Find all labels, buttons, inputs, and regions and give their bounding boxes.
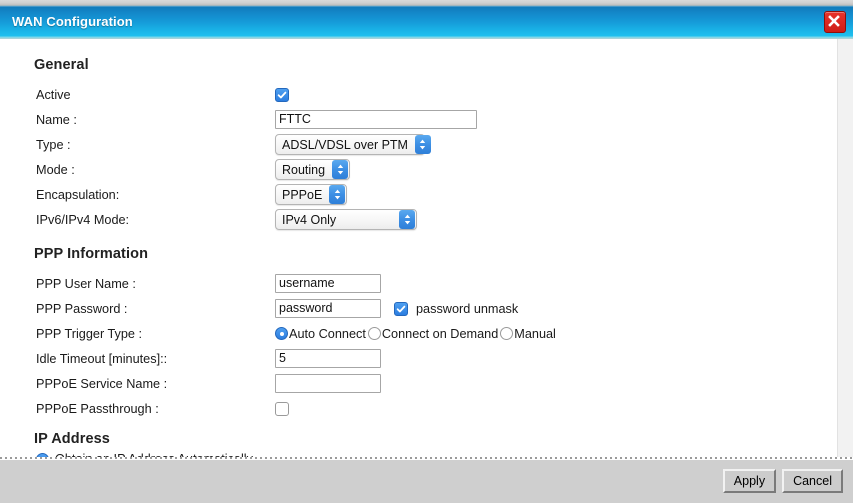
label-ip-mode: IPv6/IPv4 Mode: bbox=[36, 212, 130, 227]
radio-manual[interactable]: Manual bbox=[500, 327, 558, 341]
radio-connect-on-demand[interactable]: Connect on Demand bbox=[367, 326, 500, 341]
chevron-updown-icon bbox=[329, 185, 346, 205]
encapsulation-select-value: PPPoE bbox=[282, 187, 323, 202]
pppoe-passthrough-checkbox[interactable] bbox=[275, 401, 289, 416]
row-name: Name : bbox=[0, 107, 837, 132]
radio-obtain-ip-automatically-dot[interactable] bbox=[36, 452, 49, 458]
row-active: Active bbox=[0, 82, 837, 107]
ip-mode-select[interactable]: IPv4 Only bbox=[275, 209, 417, 231]
row-idle-timeout: Idle Timeout [minutes]:: bbox=[0, 346, 837, 371]
dialog-content: General Active Name : Type : bbox=[0, 39, 837, 458]
label-active: Active bbox=[36, 87, 71, 102]
ppp-username-input[interactable] bbox=[275, 274, 381, 294]
ppp-trigger-radio-group: Auto Connect Connect on Demand Manual bbox=[275, 327, 558, 341]
dialog-footer: Apply Cancel bbox=[0, 458, 853, 503]
radio-manual-label: Manual bbox=[514, 326, 556, 341]
apply-button[interactable]: Apply bbox=[722, 469, 777, 494]
pppoe-service-name-input[interactable] bbox=[275, 374, 381, 394]
label-pppoe-passthrough: PPPoE Passthrough : bbox=[36, 401, 159, 416]
section-heading-ip-address: IP Address bbox=[34, 431, 110, 448]
radio-manual-dot[interactable] bbox=[500, 327, 514, 341]
chevron-updown-icon bbox=[414, 135, 431, 155]
wan-configuration-dialog: WAN Configuration General Active Name: … bbox=[0, 0, 853, 503]
row-ppp-trigger-type: PPP Trigger Type : Auto Connect Connect … bbox=[0, 321, 837, 346]
dialog-content-wrapper: General Active Name : Type : bbox=[0, 39, 853, 458]
mode-select-value: Routing bbox=[282, 162, 326, 177]
label-idle-timeout: Idle Timeout [minutes]:: bbox=[36, 351, 168, 366]
active-checkbox[interactable] bbox=[275, 87, 289, 102]
radio-connect-on-demand-label: Connect on Demand bbox=[381, 326, 499, 341]
window-titlebar: WAN Configuration bbox=[0, 5, 853, 37]
close-icon[interactable] bbox=[824, 10, 846, 33]
cancel-button[interactable]: Cancel bbox=[782, 469, 843, 494]
section-heading-ppp: PPP Information bbox=[34, 246, 149, 263]
page-title: WAN Configuration bbox=[12, 13, 133, 29]
label-ppp-password: PPP Password : bbox=[36, 301, 128, 316]
row-ip-mode: IPv6/IPv4 Mode: IPv4 Only bbox=[0, 207, 837, 232]
row-ppp-username: PPP User Name : bbox=[0, 271, 837, 296]
label-name: Name : bbox=[36, 112, 77, 127]
label-ppp-trigger-type: PPP Trigger Type : bbox=[36, 326, 143, 341]
password-unmask-checkbox[interactable] bbox=[394, 301, 408, 316]
row-pppoe-service-name: PPPoE Service Name : bbox=[0, 371, 837, 396]
type-select-value: ADSL/VDSL over PTM bbox=[282, 137, 408, 152]
row-pppoe-passthrough: PPPoE Passthrough : bbox=[0, 396, 837, 421]
name-input[interactable] bbox=[275, 110, 477, 130]
label-mode: Mode : bbox=[36, 162, 75, 177]
label-ppp-username: PPP User Name : bbox=[36, 276, 136, 291]
row-type: Type : ADSL/VDSL over PTM bbox=[0, 132, 837, 157]
label-pppoe-service-name: PPPoE Service Name : bbox=[36, 376, 168, 391]
radio-obtain-ip-automatically[interactable]: Obtain an IP Address Automatically bbox=[0, 451, 837, 458]
mode-select[interactable]: Routing bbox=[275, 159, 351, 181]
ppp-password-input[interactable] bbox=[275, 299, 381, 319]
row-mode: Mode : Routing bbox=[0, 157, 837, 182]
encapsulation-select[interactable]: PPPoE bbox=[275, 184, 348, 206]
radio-auto-connect-dot[interactable] bbox=[275, 327, 288, 341]
vertical-scrollbar[interactable] bbox=[837, 39, 853, 458]
row-ppp-password: PPP Password : password unmask bbox=[0, 296, 837, 321]
chevron-updown-icon bbox=[332, 160, 349, 180]
password-unmask-label: password unmask bbox=[416, 301, 519, 316]
radio-connect-on-demand-dot[interactable] bbox=[367, 327, 381, 341]
ip-mode-select-value: IPv4 Only bbox=[282, 212, 337, 227]
section-heading-general: General bbox=[34, 57, 89, 74]
label-encapsulation: Encapsulation: bbox=[36, 187, 120, 202]
radio-auto-connect[interactable]: Auto Connect bbox=[275, 327, 368, 341]
chevron-updown-icon bbox=[399, 210, 415, 230]
label-type: Type : bbox=[36, 137, 71, 152]
row-encapsulation: Encapsulation: PPPoE bbox=[0, 182, 837, 207]
radio-auto-connect-label: Auto Connect bbox=[289, 326, 366, 341]
idle-timeout-input[interactable] bbox=[275, 349, 381, 369]
radio-obtain-ip-automatically-label: Obtain an IP Address Automatically bbox=[55, 452, 253, 457]
type-select[interactable]: ADSL/VDSL over PTM bbox=[275, 134, 431, 156]
